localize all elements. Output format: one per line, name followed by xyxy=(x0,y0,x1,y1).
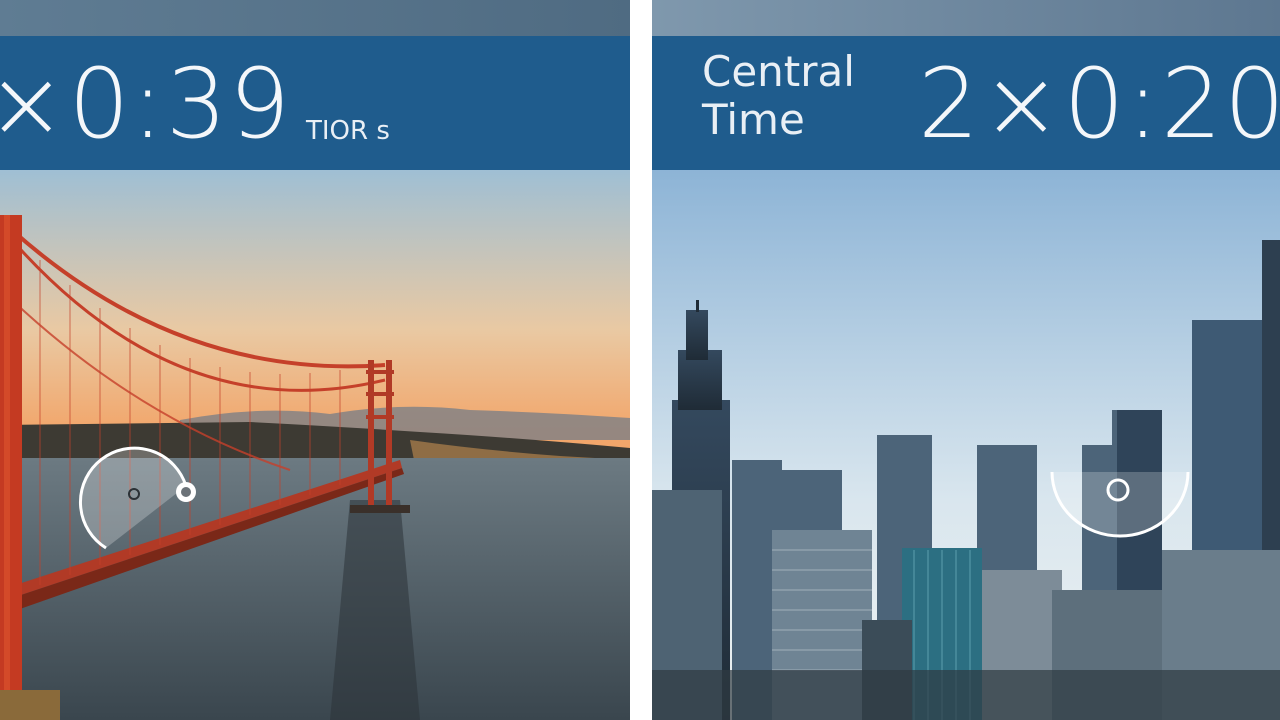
panel-divider xyxy=(630,0,652,720)
time-display: 2×0:20 xyxy=(918,48,1280,160)
time-banner: ×0:39 TIOR s xyxy=(0,36,630,170)
top-strip xyxy=(652,0,1280,36)
left-clock-panel: ×0:39 TIOR s xyxy=(0,0,630,720)
top-strip xyxy=(0,0,630,36)
chicago-skyline-scene xyxy=(652,170,1280,720)
right-clock-panel: Central Time 2×0:20 xyxy=(652,0,1280,720)
time-display: ×0:39 xyxy=(0,48,293,160)
clock-dial-icon[interactable] xyxy=(76,446,200,554)
timezone-label: Central Time xyxy=(702,47,855,144)
clock-dial-icon[interactable] xyxy=(1046,468,1194,554)
golden-gate-scene xyxy=(0,170,630,720)
time-banner: Central Time 2×0:20 xyxy=(652,36,1280,170)
bridge-illustration xyxy=(0,170,630,720)
skyline-illustration xyxy=(652,170,1280,720)
timezone-label: TIOR s xyxy=(306,116,390,146)
